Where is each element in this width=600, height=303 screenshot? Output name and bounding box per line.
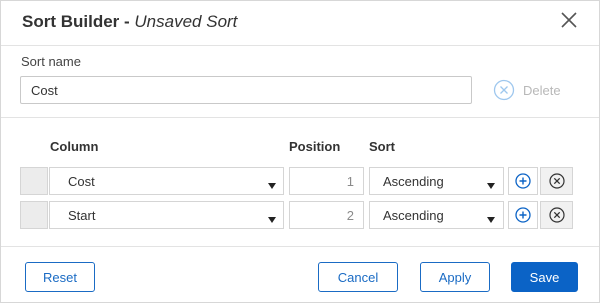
apply-button[interactable]: Apply xyxy=(420,262,490,292)
save-button[interactable]: Save xyxy=(511,262,578,292)
position-field[interactable]: 1 xyxy=(289,167,364,195)
dropdown-arrow-icon xyxy=(268,217,276,223)
sort-direction-select[interactable]: Ascending xyxy=(369,167,504,195)
column-select[interactable]: Start xyxy=(49,201,284,229)
remove-circle-x-icon xyxy=(548,207,565,223)
dialog-header: Sort Builder - Unsaved Sort xyxy=(1,1,599,46)
position-field[interactable]: 2 xyxy=(289,201,364,229)
delete-button[interactable]: Delete xyxy=(493,79,561,101)
dropdown-arrow-icon xyxy=(487,217,495,223)
plus-circle-icon xyxy=(515,207,531,223)
add-row-button[interactable] xyxy=(508,201,538,229)
close-icon[interactable] xyxy=(559,10,579,30)
sort-builder-dialog: Sort Builder - Unsaved Sort Sort name De… xyxy=(0,0,600,303)
sort-row: Start 2 Ascending xyxy=(1,201,599,229)
delete-label: Delete xyxy=(523,82,561,98)
sort-direction-value: Ascending xyxy=(383,174,444,189)
remove-circle-x-icon xyxy=(548,173,565,189)
cancel-button[interactable]: Cancel xyxy=(318,262,398,292)
sort-row: Cost 1 Ascending xyxy=(1,167,599,195)
column-select-value: Cost xyxy=(68,174,95,189)
reset-button[interactable]: Reset xyxy=(25,262,95,292)
column-select-value: Start xyxy=(68,208,96,223)
sort-name-input[interactable] xyxy=(20,76,472,104)
delete-circle-x-icon xyxy=(493,79,515,101)
add-row-button[interactable] xyxy=(508,167,538,195)
section-divider xyxy=(1,117,599,118)
sort-header: Sort xyxy=(369,139,395,154)
drag-handle[interactable] xyxy=(20,201,48,229)
position-value: 1 xyxy=(346,174,354,189)
position-value: 2 xyxy=(346,208,354,223)
dialog-title-main: Sort Builder - xyxy=(22,12,135,31)
sort-direction-value: Ascending xyxy=(383,208,444,223)
sort-name-label: Sort name xyxy=(21,54,81,69)
dropdown-arrow-icon xyxy=(268,183,276,189)
position-header: Position xyxy=(289,139,341,154)
dropdown-arrow-icon xyxy=(487,183,495,189)
plus-circle-icon xyxy=(515,173,531,189)
drag-handle[interactable] xyxy=(20,167,48,195)
sort-direction-select[interactable]: Ascending xyxy=(369,201,504,229)
column-header: Column xyxy=(50,139,99,154)
remove-row-button[interactable] xyxy=(540,167,573,195)
remove-row-button[interactable] xyxy=(540,201,573,229)
footer-divider xyxy=(1,246,599,247)
dialog-title-subtitle: Unsaved Sort xyxy=(134,12,238,31)
dialog-title: Sort Builder - Unsaved Sort xyxy=(22,12,237,32)
column-select[interactable]: Cost xyxy=(49,167,284,195)
